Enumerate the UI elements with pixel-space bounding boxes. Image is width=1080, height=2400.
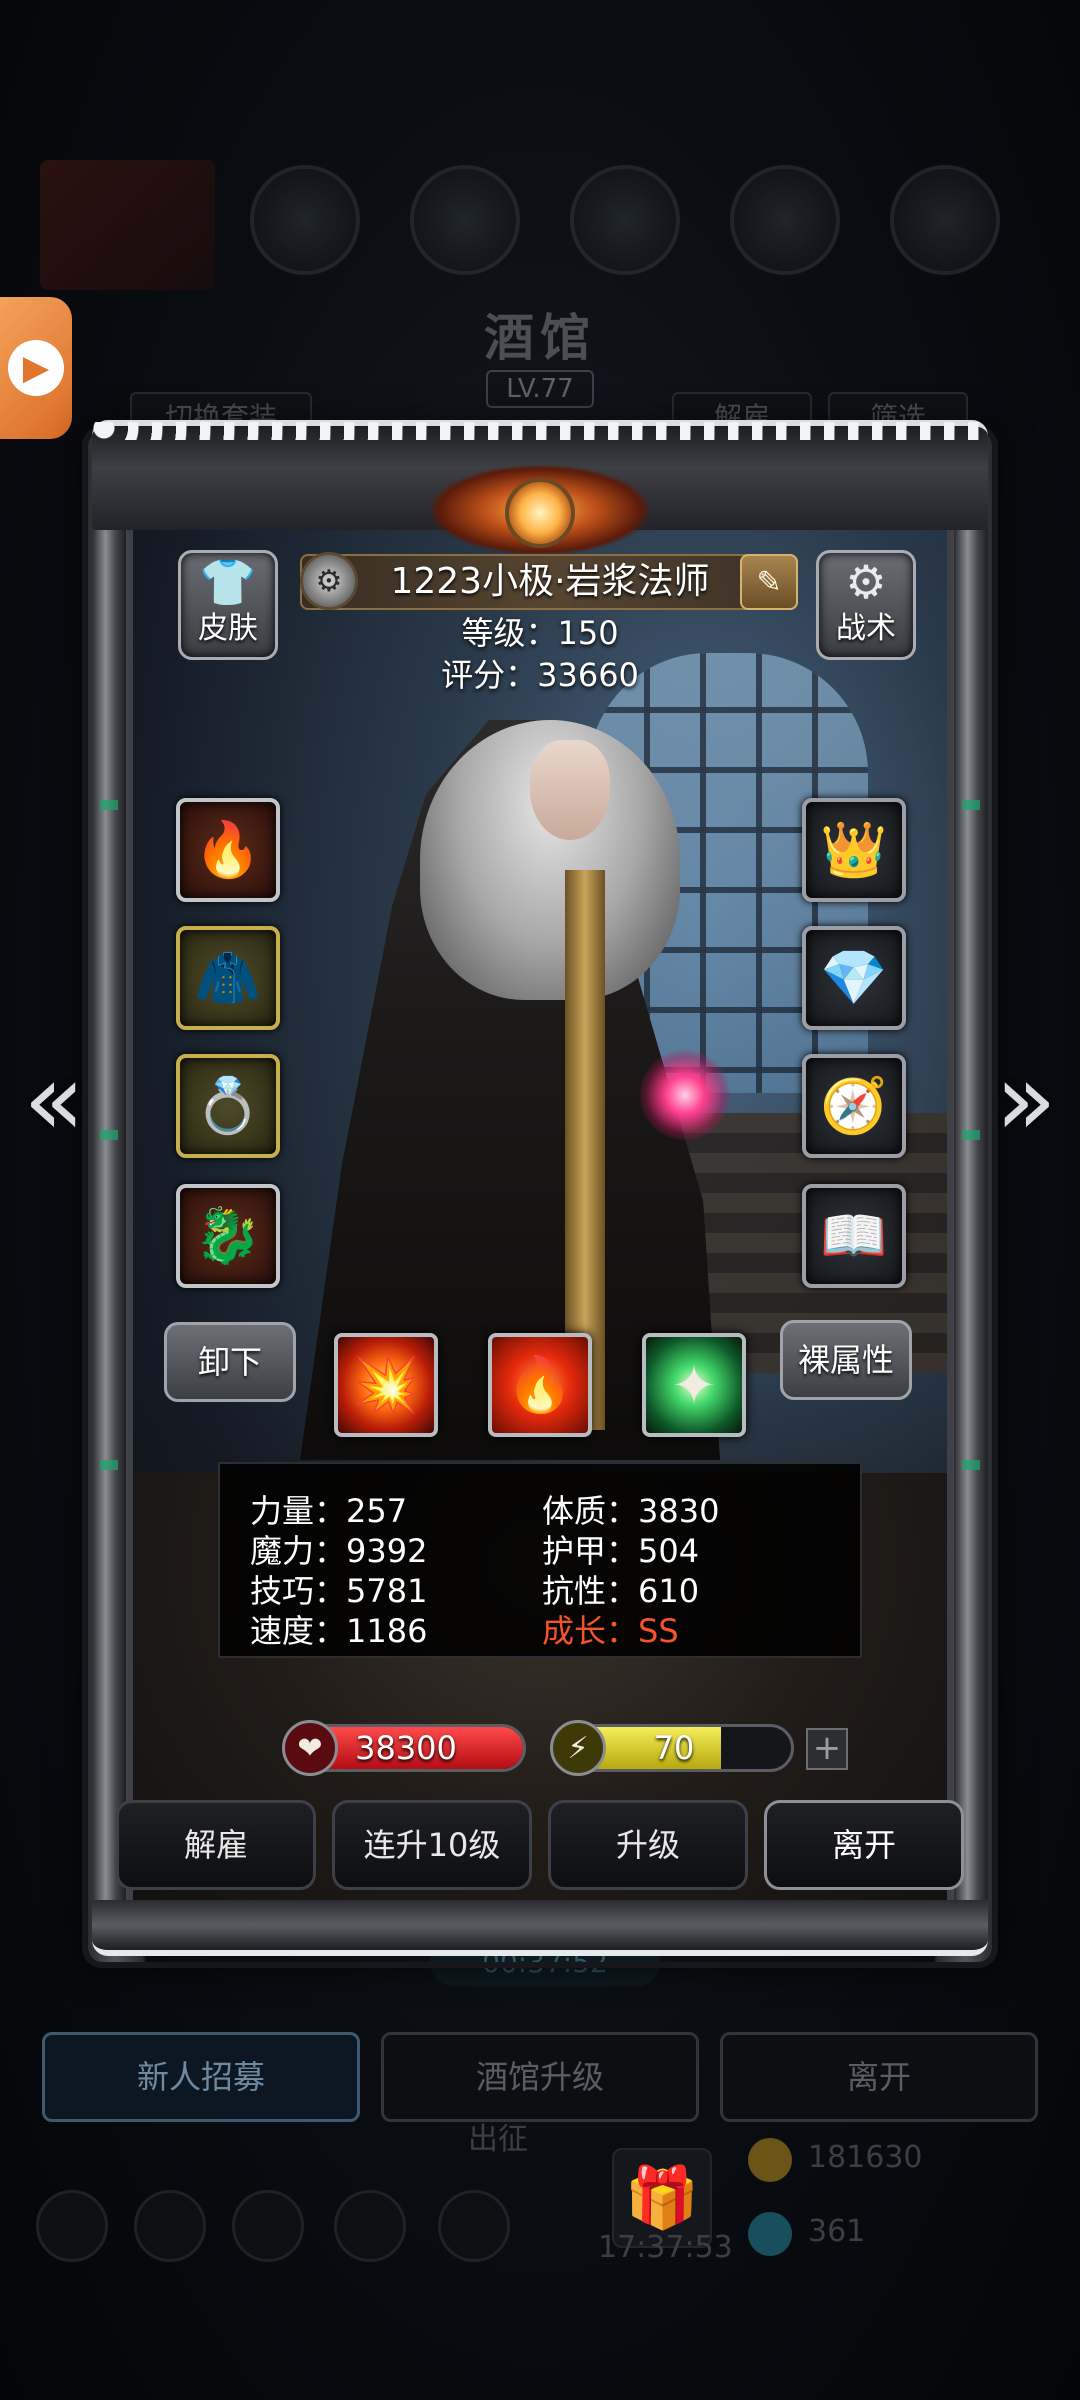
edit-name-button[interactable]: ✎ (740, 554, 798, 610)
green-energy-skill-icon: ✦ (671, 1353, 717, 1417)
hero-level: 等级：150 (461, 614, 619, 652)
base-stats-button[interactable]: 裸属性 (780, 1320, 912, 1400)
gem-amount: 361 (808, 2214, 866, 2249)
skin-button[interactable]: 👕 皮肤 (178, 550, 278, 660)
dismiss-button[interactable]: 解雇 (116, 1800, 316, 1890)
equip-slot-weapon[interactable]: 🔥 (176, 798, 280, 902)
compass-icon: 🧭 (820, 1074, 888, 1137)
battle-label: 出征 (468, 2122, 528, 2157)
unequip-button[interactable]: 卸下 (164, 1322, 296, 1402)
gold-amount: 181630 (808, 2140, 923, 2175)
spellbook-icon: 📖 (820, 1204, 888, 1267)
blue-gem-icon: 💎 (820, 946, 888, 1009)
recruit-button[interactable]: 新人招募 (42, 2032, 360, 2122)
stat-growth: 成长：SS (542, 1612, 679, 1650)
fire-crown-icon: 👑 (820, 818, 888, 881)
ring-icon: 💍 (194, 1074, 262, 1137)
top-menu-icon[interactable] (890, 165, 1000, 275)
gold-coin-icon (748, 2138, 792, 2182)
equip-slot-gem[interactable]: 💎 (802, 926, 906, 1030)
bg-leave-button[interactable]: 离开 (720, 2032, 1038, 2122)
stats-panel: 力量：257 魔力：9392 技巧：5781 速度：1186 体质：3830 护… (218, 1462, 862, 1658)
bottom-nav-icon[interactable] (334, 2190, 406, 2262)
hero-score: 评分：33660 (441, 656, 639, 694)
equip-slot-book[interactable]: 📖 (802, 1184, 906, 1288)
frame-pillar-left (92, 520, 126, 1900)
add-energy-button[interactable]: + (806, 1728, 848, 1770)
equip-slot-accessory[interactable]: 🧭 (802, 1054, 906, 1158)
dragon-pet-icon: 🐉 (194, 1204, 262, 1267)
equip-slot-pet[interactable]: 🐉 (176, 1184, 280, 1288)
next-hero-arrow-icon[interactable]: » (986, 1040, 1066, 1160)
top-menu-icon[interactable] (250, 165, 360, 275)
shirt-swap-icon: 👕 (199, 555, 257, 609)
bottom-nav-icon[interactable] (134, 2190, 206, 2262)
frame-pillar-right (954, 520, 988, 1900)
snow-trim (92, 422, 988, 440)
edit-icon: ✎ (756, 564, 782, 600)
tactics-button[interactable]: ⚙ 战术 (816, 550, 916, 660)
stat-speed: 速度：1186 (250, 1612, 428, 1650)
level-up-10-button[interactable]: 连升10级 (332, 1800, 532, 1890)
equip-slot-helmet[interactable]: 👑 (802, 798, 906, 902)
leave-button[interactable]: 离开 (764, 1800, 964, 1890)
frame-bottom-ornament (92, 1900, 988, 1956)
bottom-nav-icon[interactable] (36, 2190, 108, 2262)
top-menu-icon[interactable] (730, 165, 840, 275)
tavern-level: LV.77 (486, 370, 594, 408)
skill-slot-1[interactable]: 💥 (334, 1333, 438, 1437)
lightning-icon: ⚡ (550, 1720, 606, 1776)
skill-slot-2[interactable]: 🔥 (488, 1333, 592, 1437)
heart-icon: ❤ (282, 1720, 338, 1776)
flame-skill-icon: 🔥 (506, 1353, 574, 1416)
bottom-nav-icon[interactable] (232, 2190, 304, 2262)
top-menu-icon[interactable] (410, 165, 520, 275)
gem-icon (748, 2212, 792, 2256)
hero-class-badge-icon: ⚙ (300, 552, 358, 610)
level-up-button[interactable]: 升级 (548, 1800, 748, 1890)
top-menu-icon[interactable] (570, 165, 680, 275)
hero-face (530, 740, 610, 840)
bottom-nav-icon[interactable] (438, 2190, 510, 2262)
magma-staff-icon: 🔥 (194, 818, 262, 881)
prev-hero-arrow-icon[interactable]: « (14, 1040, 94, 1160)
crest-emblem-icon (505, 478, 575, 548)
magic-orb (640, 1050, 730, 1140)
gear-icon: ⚙ (845, 555, 887, 609)
player-avatar[interactable] (40, 160, 215, 290)
clock-label: 17:37:53 (598, 2230, 733, 2265)
explosion-skill-icon: 💥 (352, 1353, 420, 1416)
tavern-title: 酒馆 (484, 308, 596, 367)
equip-slot-armor[interactable]: 🧥 (176, 926, 280, 1030)
robe-armor-icon: 🧥 (194, 946, 262, 1009)
skill-slot-3[interactable]: ✦ (642, 1333, 746, 1437)
equip-slot-ring[interactable]: 💍 (176, 1054, 280, 1158)
tavern-upgrade-button[interactable]: 酒馆升级 (381, 2032, 699, 2122)
hero-name: 1223小极·岩浆法师 (390, 561, 710, 602)
